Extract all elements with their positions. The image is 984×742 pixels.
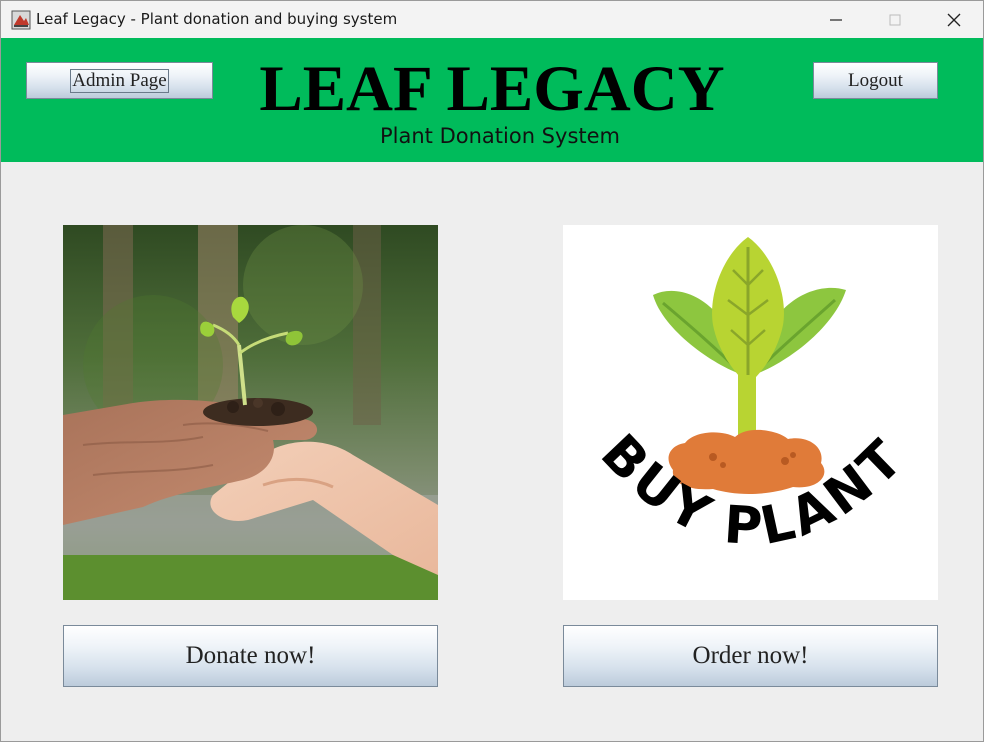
maximize-icon (889, 14, 901, 26)
logout-button[interactable]: Logout (813, 62, 938, 99)
order-now-button[interactable]: Order now! (563, 625, 938, 687)
donate-plant-image (63, 225, 438, 600)
header-banner: Admin Page LEAF LEGACY Plant Donation Sy… (1, 38, 983, 162)
title-bar: Leaf Legacy - Plant donation and buying … (0, 0, 984, 38)
buy-plant-logo: BUY PLANT (563, 225, 938, 600)
maximize-button[interactable] (872, 1, 918, 39)
app-subtitle: Plant Donation System (380, 124, 620, 148)
app-icon (11, 10, 31, 30)
minimize-button[interactable] (813, 1, 859, 39)
donate-now-button[interactable]: Donate now! (63, 625, 438, 687)
window-title: Leaf Legacy - Plant donation and buying … (36, 10, 398, 28)
close-button[interactable] (931, 1, 977, 39)
minimize-icon (830, 19, 842, 21)
close-icon (947, 13, 961, 27)
